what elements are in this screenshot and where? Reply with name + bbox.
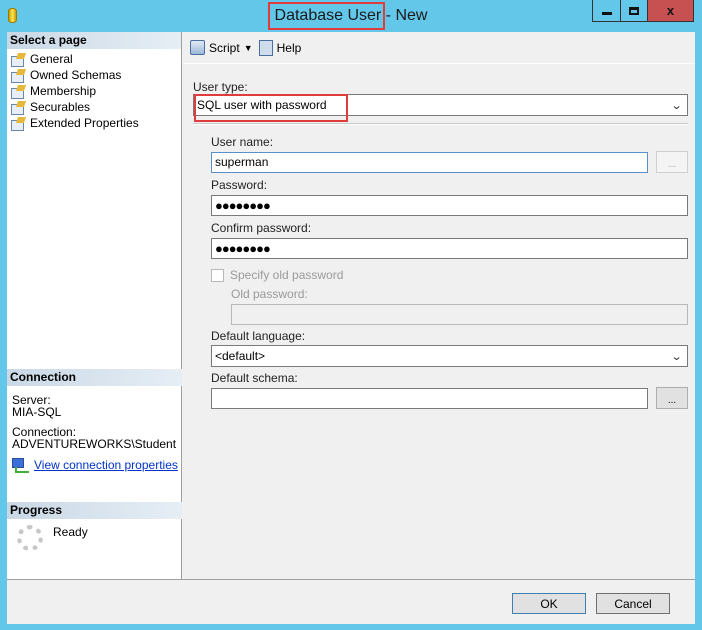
user-name-browse-button[interactable]: ... (656, 151, 688, 173)
specify-old-password-label: Specify old password (230, 268, 344, 282)
view-connection-properties-link[interactable]: View connection properties (34, 459, 178, 471)
right-pane: Script ▼ Help User type: SQL user with pa… (183, 32, 695, 579)
progress-status: Ready (53, 525, 88, 539)
page-icon (11, 69, 25, 83)
title-highlight (268, 2, 385, 30)
old-password-input[interactable] (231, 304, 688, 325)
user-name-input[interactable]: superman (211, 151, 648, 173)
password-label: Password: (211, 178, 268, 192)
progress-section: Progress Ready (7, 502, 182, 551)
script-button[interactable]: Script ▼ (190, 40, 253, 55)
page-label: Owned Schemas (30, 68, 122, 82)
toolbar: Script ▼ Help (183, 32, 695, 64)
default-language-value: <default> (215, 349, 266, 363)
old-password-label: Old password: (231, 287, 308, 301)
network-icon (12, 458, 29, 473)
ok-button[interactable]: OK (512, 593, 586, 614)
server-value: MIA-SQL (12, 405, 62, 419)
default-schema-label: Default schema: (211, 371, 298, 385)
page-list: General Owned Schemas Membership Securab… (7, 49, 181, 131)
spinner-icon (17, 525, 43, 551)
dialog-body: Select a page General Owned Schemas Memb… (7, 32, 695, 624)
minimize-button[interactable] (593, 0, 620, 21)
page-item-extended-properties[interactable]: Extended Properties (11, 115, 181, 131)
left-pane: Select a page General Owned Schemas Memb… (7, 32, 182, 579)
help-label: Help (276, 40, 302, 55)
user-type-label: User type: (193, 80, 248, 94)
page-icon (11, 53, 25, 67)
page-icon (11, 85, 25, 99)
chevron-down-icon: ⌄ (670, 99, 683, 112)
general-form: User type: SQL user with password ⌄ User … (193, 80, 688, 409)
specify-old-password-checkbox[interactable] (211, 268, 224, 282)
user-type-highlight (194, 94, 348, 122)
close-button[interactable]: x (647, 0, 693, 21)
page-label: General (30, 52, 73, 66)
page-label: Extended Properties (30, 116, 139, 130)
password-input[interactable]: ●●●●●●●● (211, 195, 688, 216)
user-name-label: User name: (211, 135, 274, 149)
connection-value: ADVENTUREWORKS\Student (12, 437, 177, 451)
button-bar: OK Cancel (7, 579, 695, 624)
default-language-select[interactable]: <default> ⌄ (211, 345, 688, 367)
default-schema-input[interactable] (211, 387, 648, 409)
script-icon (190, 40, 205, 55)
help-icon (258, 39, 273, 56)
divider (193, 123, 688, 125)
page-icon (11, 117, 25, 131)
page-item-membership[interactable]: Membership (11, 83, 181, 99)
default-language-label: Default language: (211, 329, 306, 343)
cancel-button[interactable]: Cancel (596, 593, 670, 614)
page-icon (11, 101, 25, 115)
page-item-general[interactable]: General (11, 51, 181, 67)
page-item-owned-schemas[interactable]: Owned Schemas (11, 67, 181, 83)
close-icon: x (666, 3, 675, 18)
connection-header: Connection (7, 369, 182, 386)
maximize-button[interactable] (620, 0, 647, 21)
help-button[interactable]: Help (258, 39, 302, 56)
confirm-password-input[interactable]: ●●●●●●●● (211, 238, 688, 259)
script-label: Script (209, 40, 240, 55)
page-label: Membership (30, 84, 97, 98)
select-page-header: Select a page (7, 32, 181, 49)
page-label: Securables (30, 100, 91, 114)
title-bar: Database User - New x (0, 0, 702, 32)
default-schema-browse-button[interactable]: ... (656, 387, 688, 409)
caret-down-icon[interactable]: ▼ (244, 43, 253, 53)
page-item-securables[interactable]: Securables (11, 99, 181, 115)
connection-section: Connection Server: MIA-SQL Connection: ADV… (7, 369, 182, 473)
progress-header: Progress (7, 502, 182, 519)
confirm-password-label: Confirm password: (211, 221, 312, 235)
chevron-down-icon: ⌄ (670, 350, 683, 363)
maximize-icon (629, 6, 639, 15)
minimize-icon (601, 12, 612, 15)
